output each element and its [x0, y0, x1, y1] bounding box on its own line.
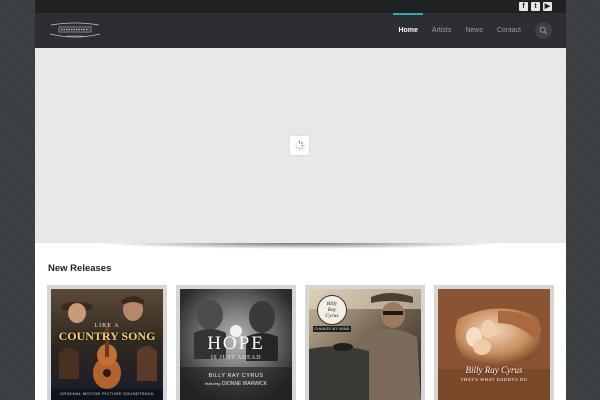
album-cover[interactable]: Billy Ray Cyrus CHANGE MY MIND: [309, 289, 421, 400]
section-title: New Releases: [48, 263, 112, 274]
spinner-icon: [294, 140, 305, 151]
release-card[interactable]: HOPE IS JUST AHEAD BILLY RAY CYRUS featu…: [176, 285, 296, 400]
search-button[interactable]: [535, 22, 552, 39]
album-cover[interactable]: Billy Ray Cyrus THAT'S WHAT DADDYS DO: [438, 289, 550, 400]
cover-title: THAT'S WHAT DADDYS DO: [460, 377, 528, 382]
nav-news[interactable]: News: [465, 13, 483, 48]
hero-slider[interactable]: [35, 48, 566, 243]
release-card[interactable]: Billy Ray Cyrus CHANGE MY MIND: [305, 285, 425, 400]
cover-artist: Billy Ray Cyrus: [465, 365, 523, 375]
logo-emblem-icon: [49, 22, 101, 38]
search-icon: [539, 26, 548, 35]
main-nav: Home Artists News Contact: [393, 13, 552, 48]
site-logo[interactable]: [47, 19, 103, 41]
cover-artist: BILLY RAY CYRUS: [208, 373, 264, 379]
nav-contact[interactable]: Contact: [497, 13, 521, 48]
guest-artist: DIONNE WARWICK: [221, 381, 268, 387]
facebook-icon[interactable]: f: [519, 2, 528, 11]
main-content: New Releases LIKE A COUNTRY SONG ORIGINA…: [35, 243, 566, 400]
cover-featuring: featuring DIONNE WARWICK: [180, 381, 292, 387]
cover-title: LIKE A COUNTRY SONG: [51, 323, 163, 344]
release-card[interactable]: LIKE A COUNTRY SONG ORIGINAL MOTION PICT…: [47, 285, 167, 400]
cover-subtitle: IS JUST AHEAD: [210, 355, 262, 361]
album-art-4: [438, 289, 550, 400]
badge-subtitle: CHANGE MY MIND: [313, 326, 351, 332]
release-card[interactable]: Billy Ray Cyrus THAT'S WHAT DADDYS DO: [434, 285, 554, 400]
cover-title-line2: COUNTRY SONG: [58, 329, 156, 343]
album-cover[interactable]: LIKE A COUNTRY SONG ORIGINAL MOTION PICT…: [51, 289, 163, 400]
badge-line3: Cyrus: [325, 313, 339, 319]
nav-home[interactable]: Home: [393, 13, 424, 48]
site-header: Home Artists News Contact: [35, 13, 566, 48]
cover-footer: ORIGINAL MOTION PICTURE SOUNDTRACK: [59, 391, 155, 396]
nav-artists[interactable]: Artists: [432, 13, 451, 48]
social-links: f t ▶: [519, 2, 552, 11]
featuring-label: featuring: [204, 381, 221, 386]
loading-spinner: [290, 136, 309, 155]
page-wrapper: f t ▶ Home Artists News Contact New Rele…: [35, 0, 566, 400]
album-cover[interactable]: HOPE IS JUST AHEAD BILLY RAY CYRUS featu…: [180, 289, 292, 400]
twitter-icon[interactable]: t: [531, 2, 540, 11]
cover-title: HOPE: [207, 333, 265, 354]
album-art-1: [51, 289, 163, 400]
slider-shadow: [95, 243, 505, 249]
youtube-icon[interactable]: ▶: [543, 2, 552, 11]
top-bar: f t ▶: [35, 0, 566, 13]
releases-list: LIKE A COUNTRY SONG ORIGINAL MOTION PICT…: [47, 285, 554, 400]
artist-badge: Billy Ray Cyrus: [317, 295, 347, 325]
